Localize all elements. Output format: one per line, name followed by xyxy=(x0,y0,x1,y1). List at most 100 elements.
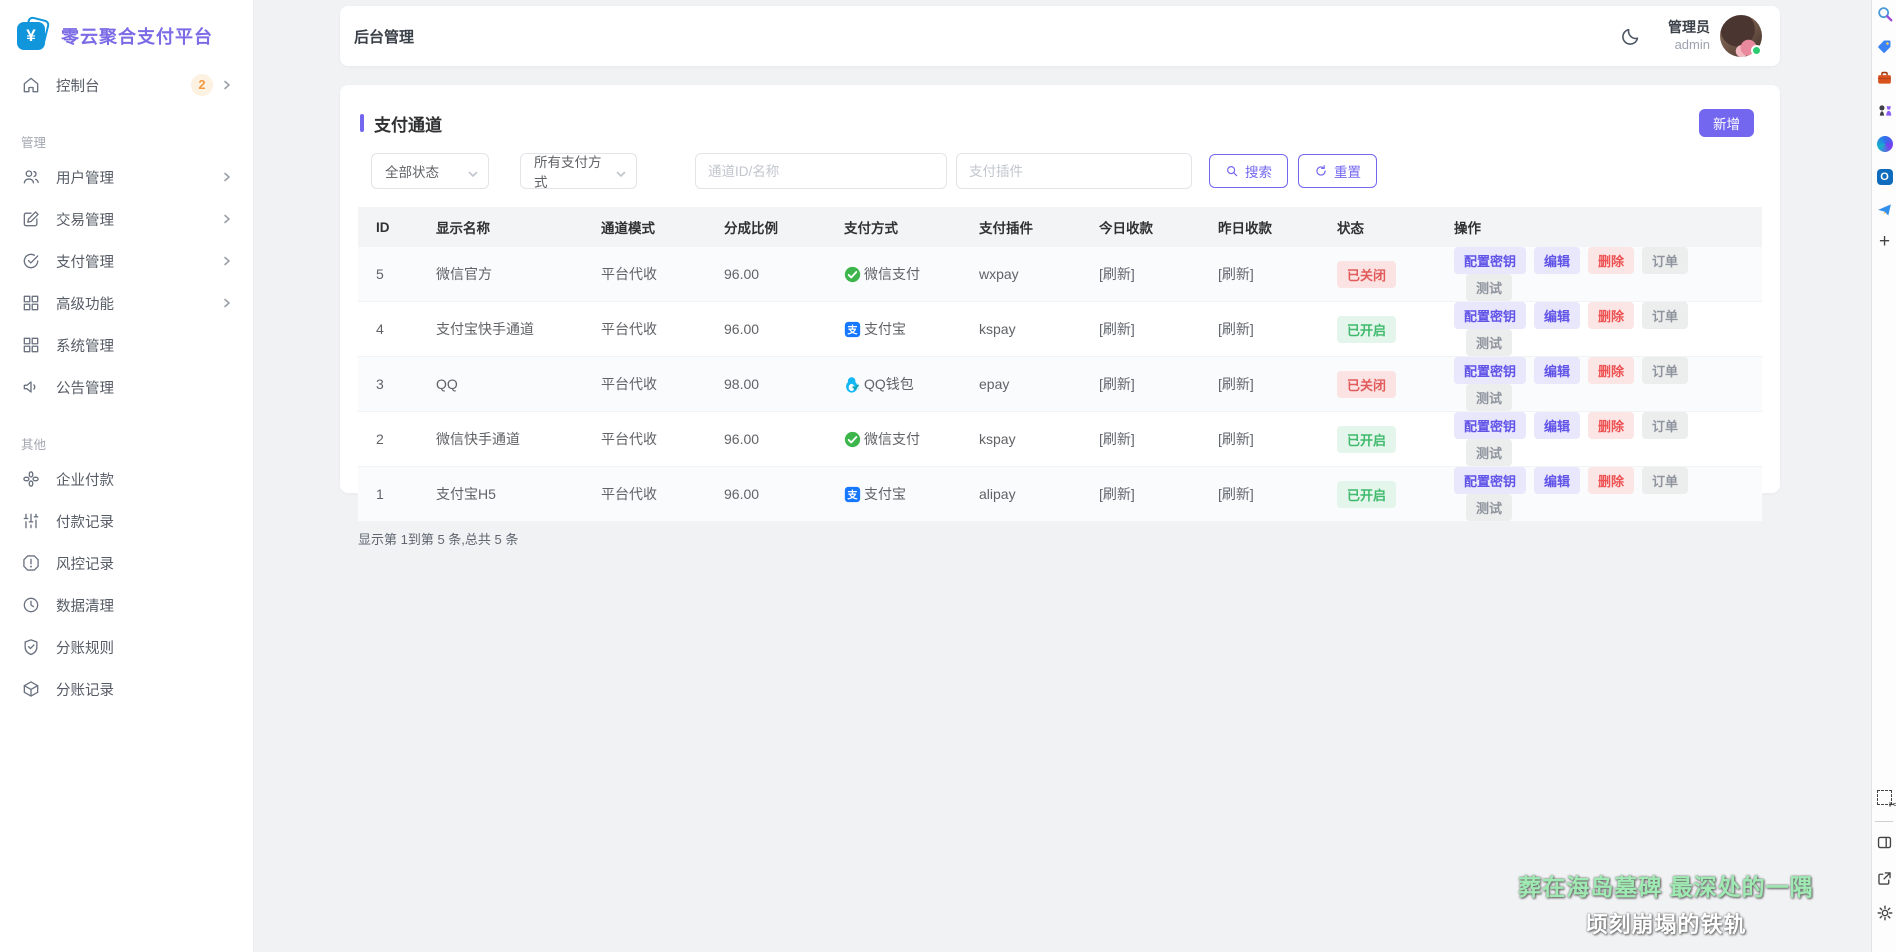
refresh-yesterday-link[interactable]: [刷新] xyxy=(1218,376,1254,392)
refresh-today-link[interactable]: [刷新] xyxy=(1099,486,1135,502)
test-button[interactable]: 测试 xyxy=(1466,329,1512,356)
refresh-today-link[interactable]: [刷新] xyxy=(1099,321,1135,337)
edit-button[interactable]: 编辑 xyxy=(1534,302,1580,329)
sidebar-item-user-management[interactable]: 用户管理 xyxy=(0,156,253,198)
refresh-icon xyxy=(1314,164,1328,178)
sidebar-item-payment-management[interactable]: 支付管理 xyxy=(0,240,253,282)
users-icon xyxy=(21,167,41,187)
edit-button[interactable]: 编辑 xyxy=(1534,247,1580,274)
chevron-right-icon xyxy=(221,79,233,91)
table-row: 2 微信快手通道 平台代收 96.00 微信支付 kspay [刷新] [刷新]… xyxy=(358,412,1762,467)
channel-id-name-input[interactable] xyxy=(695,153,947,189)
wechat-pay-icon xyxy=(844,431,861,448)
delete-button[interactable]: 删除 xyxy=(1588,467,1634,494)
refresh-yesterday-link[interactable]: [刷新] xyxy=(1218,321,1254,337)
split-view-icon[interactable] xyxy=(1875,833,1894,852)
sidebar-item-data-cleanup[interactable]: 数据清理 xyxy=(0,584,253,626)
alert-icon xyxy=(21,553,41,573)
sidebar-item-split-rules[interactable]: 分账规则 xyxy=(0,626,253,668)
delete-button[interactable]: 删除 xyxy=(1588,357,1634,384)
sidebar-item-announcement-management[interactable]: 公告管理 xyxy=(0,366,253,408)
edit-icon xyxy=(21,209,41,229)
plugin-input[interactable] xyxy=(956,153,1192,189)
home-icon xyxy=(21,75,41,95)
refresh-yesterday-link[interactable]: [刷新] xyxy=(1218,431,1254,447)
sidebar-item-risk-records[interactable]: 风控记录 xyxy=(0,542,253,584)
panel-title: 支付通道 xyxy=(360,111,442,136)
configure-key-button[interactable]: 配置密钥 xyxy=(1454,247,1526,274)
table-header-row: ID 显示名称 通道模式 分成比例 支付方式 支付插件 今日收款 昨日收款 状态… xyxy=(358,207,1762,247)
settings-gear-icon[interactable] xyxy=(1875,903,1894,922)
chevron-right-icon xyxy=(221,255,233,267)
test-button[interactable]: 测试 xyxy=(1466,384,1512,411)
cluster-icon xyxy=(21,469,41,489)
sidebar-item-enterprise-payment[interactable]: 企业付款 xyxy=(0,458,253,500)
table-row: 1 支付宝H5 平台代收 96.00 支付宝 alipay [刷新] [刷新] … xyxy=(358,467,1762,522)
add-extension-button[interactable]: + xyxy=(1875,232,1894,251)
dark-mode-toggle-moon-icon[interactable] xyxy=(1620,25,1642,47)
user-avatar[interactable] xyxy=(1720,15,1762,57)
chess-extension-icon[interactable] xyxy=(1875,101,1894,120)
refresh-today-link[interactable]: [刷新] xyxy=(1099,266,1135,282)
sidebar-section-other: 其他 xyxy=(0,434,253,452)
test-button[interactable]: 测试 xyxy=(1466,494,1512,521)
sidebar-item-split-records[interactable]: 分账记录 xyxy=(0,668,253,710)
orders-button[interactable]: 订单 xyxy=(1642,302,1688,329)
screenshot-tool-icon[interactable]: ✂ xyxy=(1875,788,1894,807)
orders-button[interactable]: 订单 xyxy=(1642,412,1688,439)
outlook-extension-icon[interactable]: O xyxy=(1875,167,1894,186)
status-filter-select[interactable]: 全部状态 xyxy=(371,153,489,189)
tag-extension-icon[interactable] xyxy=(1875,37,1894,56)
open-external-icon[interactable] xyxy=(1875,869,1894,888)
page-title: 后台管理 xyxy=(354,26,414,47)
orders-button[interactable]: 订单 xyxy=(1642,247,1688,274)
alipay-icon xyxy=(844,321,861,338)
payment-method-filter-select[interactable]: 所有支付方式 xyxy=(520,153,637,189)
qq-wallet-icon xyxy=(844,376,861,393)
brand-title: 零云聚合支付平台 xyxy=(61,23,213,49)
edit-button[interactable]: 编辑 xyxy=(1534,357,1580,384)
browser-extension-bar: O + ✂ xyxy=(1871,0,1896,952)
package-icon xyxy=(21,679,41,699)
test-button[interactable]: 测试 xyxy=(1466,274,1512,301)
delete-button[interactable]: 删除 xyxy=(1588,412,1634,439)
sidebar-section-management: 管理 xyxy=(0,132,253,150)
status-badge: 已关闭 xyxy=(1337,261,1396,288)
configure-key-button[interactable]: 配置密钥 xyxy=(1454,302,1526,329)
sidebar-item-advanced-features[interactable]: 高级功能 xyxy=(0,282,253,324)
sidebar-item-payment-records[interactable]: 付款记录 xyxy=(0,500,253,542)
orders-button[interactable]: 订单 xyxy=(1642,467,1688,494)
dashboard-badge: 2 xyxy=(191,74,213,96)
refresh-today-link[interactable]: [刷新] xyxy=(1099,431,1135,447)
brand-logo-icon: ¥ xyxy=(17,20,49,52)
configure-key-button[interactable]: 配置密钥 xyxy=(1454,357,1526,384)
speaker-icon xyxy=(21,377,41,397)
refresh-today-link[interactable]: [刷新] xyxy=(1099,376,1135,392)
channels-table: ID 显示名称 通道模式 分成比例 支付方式 支付插件 今日收款 昨日收款 状态… xyxy=(358,207,1762,522)
chevron-right-icon xyxy=(221,171,233,183)
sidebar-item-dashboard[interactable]: 控制台 2 xyxy=(0,64,253,106)
search-extension-icon[interactable] xyxy=(1875,4,1894,23)
brand: ¥ 零云聚合支付平台 xyxy=(0,0,253,58)
telegram-extension-icon[interactable] xyxy=(1875,200,1894,219)
wechat-pay-icon xyxy=(844,266,861,283)
edit-button[interactable]: 编辑 xyxy=(1534,412,1580,439)
briefcase-extension-icon[interactable] xyxy=(1875,69,1894,88)
orders-button[interactable]: 订单 xyxy=(1642,357,1688,384)
sidebar-item-transaction-management[interactable]: 交易管理 xyxy=(0,198,253,240)
add-channel-button[interactable]: 新增 xyxy=(1699,109,1754,137)
loop-extension-icon[interactable] xyxy=(1875,134,1894,153)
refresh-yesterday-link[interactable]: [刷新] xyxy=(1218,266,1254,282)
delete-button[interactable]: 删除 xyxy=(1588,247,1634,274)
refresh-yesterday-link[interactable]: [刷新] xyxy=(1218,486,1254,502)
configure-key-button[interactable]: 配置密钥 xyxy=(1454,412,1526,439)
configure-key-button[interactable]: 配置密钥 xyxy=(1454,467,1526,494)
edit-button[interactable]: 编辑 xyxy=(1534,467,1580,494)
search-button[interactable]: 搜索 xyxy=(1209,154,1288,188)
reset-button[interactable]: 重置 xyxy=(1298,154,1377,188)
delete-button[interactable]: 删除 xyxy=(1588,302,1634,329)
test-button[interactable]: 测试 xyxy=(1466,439,1512,466)
check-circle-icon xyxy=(21,251,41,271)
table-row: 4 支付宝快手通道 平台代收 96.00 支付宝 kspay [刷新] [刷新]… xyxy=(358,302,1762,357)
sidebar-item-system-management[interactable]: 系统管理 xyxy=(0,324,253,366)
